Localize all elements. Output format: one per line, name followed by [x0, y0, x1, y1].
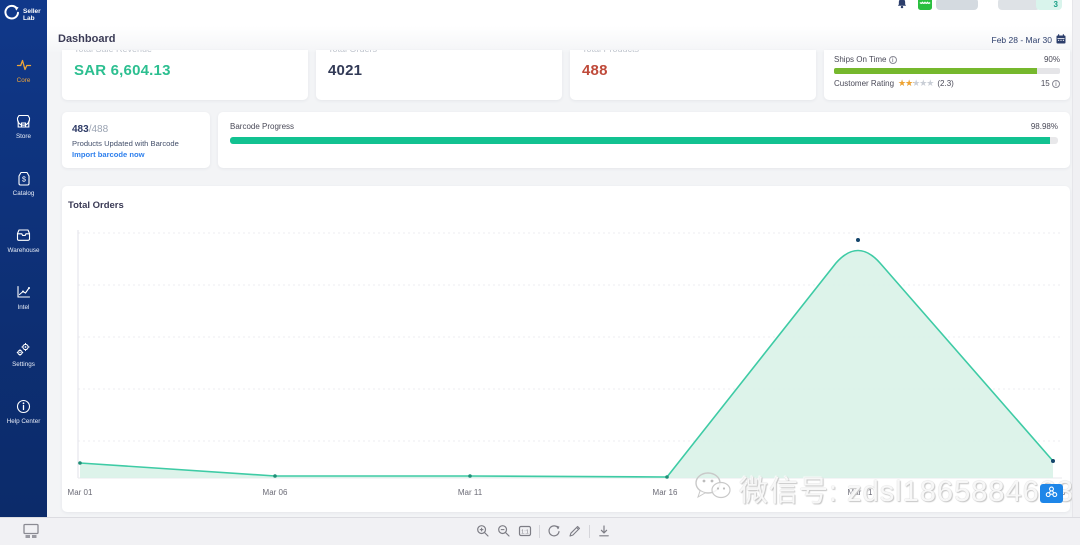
- sidebar-item-label: Core: [16, 77, 31, 84]
- barcode-progress-bar-fill: [230, 137, 1050, 144]
- drawer-icon: [0, 227, 47, 243]
- page-header-background: [47, 26, 1072, 52]
- barcode-progress-bar: [230, 137, 1058, 144]
- rating-value: (2.3): [937, 79, 954, 88]
- import-barcode-link[interactable]: Import barcode now: [72, 150, 200, 159]
- svg-text:$: $: [22, 177, 26, 184]
- topbar-placeholder-chip[interactable]: [998, 0, 1040, 10]
- star-rating: ★★★★★★★★★★: [898, 78, 934, 88]
- seller-lab-dashboard: Seller Lab Core Store $ Catalog Warehous…: [0, 0, 1080, 545]
- stat-card-revenue: Total Sale Revenue SAR 6,604.13: [62, 50, 308, 100]
- topbar: 3: [47, 0, 1072, 26]
- zoom-in-icon[interactable]: [476, 524, 490, 538]
- bottom-toolbar: 1:1: [0, 517, 1080, 545]
- total-orders-chart-card: Total Orders Mar 01 Mar 06 Mar 11 Mar 16…: [62, 186, 1070, 512]
- sidebar-item-settings[interactable]: Settings: [0, 341, 47, 368]
- page-title: Dashboard: [58, 33, 116, 45]
- sidebar-item-catalog[interactable]: $ Catalog: [0, 170, 47, 197]
- topbar-placeholder-chip[interactable]: [936, 0, 978, 10]
- sidebar-item-label: Help Center: [6, 418, 41, 425]
- sidebar-item-warehouse[interactable]: Warehouse: [0, 227, 47, 254]
- barcode-progress-card: Barcode Progress 98.98%: [218, 112, 1070, 168]
- barcode-summary-card: 483/488 Products Updated with Barcode Im…: [62, 112, 210, 168]
- sidebar-item-label: Catalog: [12, 190, 35, 197]
- info-icon[interactable]: i: [1052, 80, 1060, 88]
- customer-rating: Customer Rating ★★★★★★★★★★ (2.3): [834, 78, 954, 89]
- logo-text: Seller Lab: [23, 8, 41, 22]
- stat-card-products: Total Products 488: [570, 50, 816, 100]
- x-tick: Mar 21: [848, 488, 873, 497]
- share-nodes-icon: [1045, 485, 1058, 503]
- sidebar: Seller Lab Core Store $ Catalog Warehous…: [0, 0, 47, 517]
- x-tick: Mar 11: [458, 488, 483, 497]
- performance-card: Ships On Time i 90% Customer Rating ★★★★…: [824, 50, 1070, 100]
- sidebar-item-help-center[interactable]: Help Center: [0, 398, 47, 425]
- restore-icon[interactable]: [547, 524, 561, 538]
- ships-on-time-bar-fill: [834, 68, 1038, 74]
- sidebar-item-intel[interactable]: Intel: [0, 284, 47, 311]
- info-circle-icon: [0, 398, 47, 414]
- one-to-one-icon[interactable]: 1:1: [518, 524, 532, 538]
- x-tick: Mar 06: [263, 488, 288, 497]
- barcode-total: 488: [91, 124, 109, 135]
- barcode-progress-value: 98.98%: [1030, 122, 1058, 131]
- toolbar-divider: [539, 524, 540, 538]
- scrollbar-track[interactable]: [1072, 0, 1080, 517]
- stat-label: Total Sale Revenue: [74, 50, 296, 54]
- x-tick: Mar 16: [653, 488, 678, 497]
- ships-on-time-bar: [834, 68, 1060, 74]
- ships-on-time-label: Ships On Time i: [834, 55, 897, 64]
- stat-label: Total Orders: [328, 50, 550, 54]
- sidebar-item-label: Store: [15, 133, 32, 140]
- download-icon[interactable]: [597, 524, 611, 538]
- stat-card-orders: Total Orders 4021: [316, 50, 562, 100]
- bell-icon[interactable]: [895, 0, 909, 11]
- review-count: 15 i: [1041, 79, 1060, 88]
- chart-line-icon: [0, 284, 47, 300]
- edit-icon[interactable]: [568, 524, 582, 538]
- toolbar-divider: [589, 524, 590, 538]
- gears-icon: [0, 341, 47, 357]
- stat-value-orders: 4021: [328, 62, 363, 79]
- barcode-count: 483: [72, 124, 89, 135]
- chart-toolbox: 1:1: [476, 524, 611, 538]
- stat-value-products: 488: [582, 62, 608, 79]
- date-range-picker[interactable]: Feb 28 - Mar 30: [992, 34, 1066, 46]
- ships-on-time-value: 90%: [1043, 55, 1060, 64]
- sidebar-item-core[interactable]: Core: [0, 57, 47, 84]
- stat-label: Total Products: [582, 50, 804, 54]
- sidebar-item-store[interactable]: Store: [0, 113, 47, 140]
- stat-value-revenue: SAR 6,604.13: [74, 62, 171, 79]
- x-tick: Mar 01: [68, 488, 93, 497]
- sidebar-item-label: Settings: [12, 361, 35, 368]
- seller-lab-logo-icon: [3, 4, 20, 26]
- barcode-subtitle: Products Updated with Barcode: [72, 139, 179, 148]
- notification-count-badge[interactable]: 3: [1036, 0, 1062, 10]
- storefront-icon: [0, 113, 47, 129]
- store-icon[interactable]: [917, 0, 933, 11]
- activity-icon: [0, 57, 47, 73]
- price-tag-icon: $: [0, 170, 47, 186]
- barcode-progress-label: Barcode Progress: [230, 122, 295, 131]
- sidebar-item-label: Warehouse: [7, 247, 40, 254]
- calendar-icon: [1056, 34, 1066, 46]
- zoom-out-icon[interactable]: [497, 524, 511, 538]
- svg-text:1:1: 1:1: [521, 529, 529, 535]
- info-icon[interactable]: i: [888, 56, 897, 64]
- share-corner-badge[interactable]: [1040, 484, 1063, 503]
- total-orders-area-chart: Mar 01 Mar 06 Mar 11 Mar 16 Mar 21 Mar 2…: [68, 230, 1066, 497]
- date-range-label: Feb 28 - Mar 30: [991, 35, 1052, 45]
- area-fill: [80, 250, 1053, 478]
- app-logo[interactable]: Seller Lab: [3, 4, 47, 26]
- monitor-icon[interactable]: [22, 523, 40, 539]
- sidebar-item-label: Intel: [17, 304, 30, 311]
